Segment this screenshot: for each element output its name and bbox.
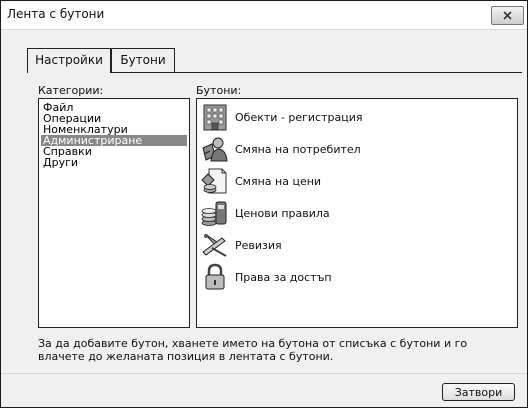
building-icon: [203, 104, 227, 131]
price-change-icon: [201, 168, 227, 194]
button-item-access-rights[interactable]: Права за достъп: [197, 262, 515, 294]
padlock-icon: [205, 263, 225, 290]
button-item-label: Ценови правила: [235, 207, 330, 220]
button-item-revision[interactable]: Ревизия: [197, 230, 515, 262]
buttons-list[interactable]: Обекти - регистрация Смяна на потребител…: [196, 98, 518, 328]
buttons-label: Бутони:: [196, 84, 242, 97]
footer-divider: [1, 373, 527, 374]
price-rules-icon: [201, 201, 227, 226]
title-bar[interactable]: Лента с бутони: [1, 1, 527, 30]
button-item-price-rules[interactable]: Ценови правила: [197, 198, 515, 230]
button-item-objects-registration[interactable]: Обекти - регистрация: [197, 102, 515, 134]
tab-settings[interactable]: Настройки: [27, 48, 111, 73]
ribbon-buttons-dialog: Лента с бутони Настройки Бутони Категори…: [0, 0, 528, 408]
close-button[interactable]: Затвори: [442, 383, 515, 401]
button-item-label: Смяна на цени: [235, 175, 322, 188]
close-icon: [503, 11, 512, 20]
categories-list[interactable]: Файл Операции Номенклатури Администриран…: [38, 98, 190, 328]
drag-hint-text: За да добавите бутон, хванете името на б…: [38, 337, 468, 363]
change-user-icon: [202, 137, 228, 162]
button-item-label: Обекти - регистрация: [235, 111, 363, 124]
button-item-label: Права за достъп: [235, 271, 332, 284]
button-item-change-prices[interactable]: Смяна на цени: [197, 166, 515, 198]
window-close-button[interactable]: [491, 6, 524, 25]
category-item-other[interactable]: Други: [41, 157, 187, 168]
button-item-change-user[interactable]: Смяна на потребител: [197, 134, 515, 166]
categories-label: Категории:: [38, 84, 104, 97]
tab-buttons[interactable]: Бутони: [111, 48, 175, 72]
window-title: Лента с бутони: [7, 7, 105, 21]
button-item-label: Ревизия: [235, 239, 282, 252]
revision-icon: [202, 233, 227, 257]
button-item-label: Смяна на потребител: [235, 143, 361, 156]
